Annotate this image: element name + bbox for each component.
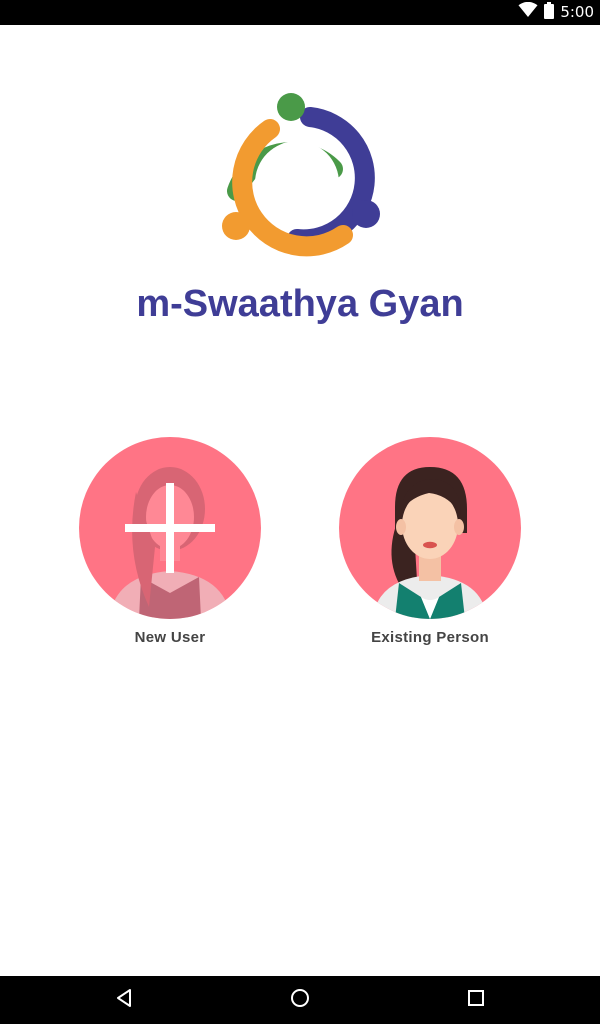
status-time: 5:00	[560, 3, 594, 21]
app-logo-icon	[215, 89, 385, 259]
back-button[interactable]	[94, 976, 154, 1024]
status-icons: 5:00	[518, 0, 594, 25]
wifi-icon	[518, 1, 538, 23]
existing-person-button[interactable]: Existing Person	[330, 437, 530, 646]
home-icon	[290, 988, 310, 1013]
woman-avatar-icon	[330, 437, 530, 619]
recents-icon	[467, 989, 485, 1012]
battery-icon	[544, 1, 555, 24]
add-user-icon	[70, 437, 270, 619]
existing-person-label: Existing Person	[371, 629, 489, 646]
new-user-button[interactable]: New User	[70, 437, 270, 646]
status-bar: 5:00	[0, 0, 600, 25]
app-title: m-Swaathya Gyan	[136, 283, 464, 325]
home-button[interactable]	[270, 976, 330, 1024]
new-user-label: New User	[134, 629, 206, 646]
recents-button[interactable]	[446, 976, 506, 1024]
back-icon	[114, 988, 134, 1013]
navigation-bar	[0, 976, 600, 1024]
app-content: m-Swaathya Gyan New User Existing Person	[0, 25, 600, 976]
